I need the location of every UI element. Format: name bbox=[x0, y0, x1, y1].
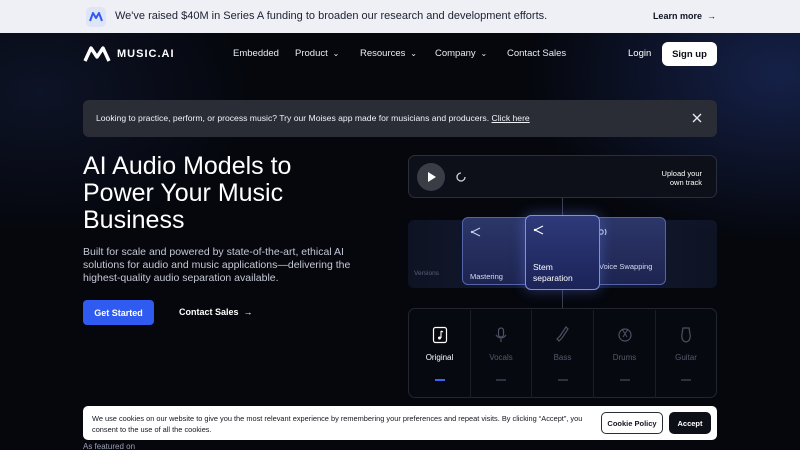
track-indicator bbox=[619, 379, 630, 381]
brand-name: MUSIC.AI bbox=[117, 48, 175, 60]
nav-embedded-label: Embedded bbox=[233, 48, 279, 59]
play-button[interactable] bbox=[417, 163, 445, 191]
announcement-text: We've raised $40M in Series A funding to… bbox=[115, 10, 548, 22]
chevron-down-icon: ⌄ bbox=[330, 49, 340, 58]
moises-banner-text: Looking to practice, perform, or process… bbox=[96, 113, 530, 123]
track-indicator bbox=[496, 379, 506, 381]
upload-line-1: Upload your bbox=[661, 169, 702, 178]
voice-swapping-label: Voice Swapping bbox=[599, 262, 653, 271]
share-icon bbox=[533, 225, 544, 235]
as-featured-on-heading: As featured on bbox=[83, 442, 136, 450]
signup-button[interactable]: Sign up bbox=[662, 42, 717, 66]
hero-subtitle: Built for scale and powered by state-of-… bbox=[83, 246, 351, 284]
track-active-indicator bbox=[434, 379, 445, 381]
hero-title-line-2: Power Your Music bbox=[83, 179, 284, 207]
track-bass-label: Bass bbox=[553, 353, 572, 362]
get-started-button[interactable]: Get Started bbox=[83, 300, 154, 325]
contact-sales-button[interactable]: Contact Sales → bbox=[179, 307, 253, 317]
nav-product[interactable]: Product ⌄ bbox=[295, 48, 339, 59]
hero-title-line-1: AI Audio Models to bbox=[83, 152, 292, 180]
arrow-right-icon: → bbox=[243, 307, 253, 317]
brand-logo[interactable]: MUSIC.AI bbox=[83, 46, 175, 62]
track-guitar[interactable]: Guitar bbox=[656, 310, 716, 398]
cookie-policy-button[interactable]: Cookie Policy bbox=[601, 412, 663, 434]
nav-company[interactable]: Company ⌄ bbox=[435, 48, 487, 59]
track-indicator bbox=[557, 379, 568, 381]
arrow-right-icon: → bbox=[704, 11, 716, 21]
cookie-banner: We use cookies on our website to give yo… bbox=[83, 406, 717, 440]
music-ai-logo-icon bbox=[83, 46, 111, 62]
accept-cookies-button[interactable]: Accept bbox=[669, 412, 711, 434]
announcement-bar: We've raised $40M in Series A funding to… bbox=[0, 0, 800, 33]
nav-contact-sales-label: Contact Sales bbox=[507, 48, 567, 59]
track-original[interactable]: Original bbox=[409, 310, 471, 398]
connector-line bbox=[562, 290, 563, 308]
hero-title-line-3: Business bbox=[83, 206, 185, 234]
cookie-text: We use cookies on our website to give yo… bbox=[92, 414, 583, 434]
track-indicator bbox=[681, 379, 691, 381]
learn-more-link[interactable]: Learn more → bbox=[653, 11, 716, 21]
loading-spinner-icon bbox=[456, 172, 466, 182]
track-guitar-label: Guitar bbox=[675, 353, 697, 362]
nav-contact-sales[interactable]: Contact Sales bbox=[507, 48, 566, 59]
music-ai-logo-icon bbox=[86, 7, 106, 27]
learn-more-label: Learn more bbox=[652, 11, 702, 21]
nav-embedded[interactable]: Embedded bbox=[233, 48, 279, 59]
music-note-icon bbox=[432, 326, 447, 344]
track-vocals[interactable]: Vocals bbox=[471, 310, 532, 398]
chevron-down-icon: ⌄ bbox=[478, 49, 488, 58]
connector-line bbox=[562, 198, 563, 215]
play-icon bbox=[427, 172, 436, 182]
bass-guitar-icon bbox=[555, 326, 569, 342]
drum-icon bbox=[617, 328, 632, 342]
close-icon[interactable] bbox=[690, 111, 704, 125]
guitar-icon bbox=[681, 327, 691, 343]
track-drums-label: Drums bbox=[612, 353, 637, 362]
upload-track-link[interactable]: Upload your own track bbox=[662, 169, 702, 187]
share-icon bbox=[470, 227, 481, 237]
nav-resources-label: Resources bbox=[360, 48, 406, 59]
voice-swapping-card[interactable]: Voice Swapping bbox=[590, 217, 666, 285]
upload-line-2: own track bbox=[669, 178, 702, 187]
nav-resources[interactable]: Resources ⌄ bbox=[360, 48, 417, 59]
nav-company-label: Company bbox=[435, 48, 476, 59]
audio-player: Upload your own track bbox=[408, 155, 717, 198]
track-original-label: Original bbox=[425, 353, 454, 362]
login-link[interactable]: Login bbox=[628, 48, 651, 59]
faded-option-label: Versions bbox=[414, 270, 439, 277]
track-bass[interactable]: Bass bbox=[532, 310, 594, 398]
click-here-link[interactable]: Click here bbox=[492, 113, 530, 123]
moises-banner: Looking to practice, perform, or process… bbox=[83, 100, 717, 137]
track-vocals-label: Vocals bbox=[489, 353, 513, 362]
contact-sales-label: Contact Sales bbox=[179, 307, 239, 317]
hero-title: AI Audio Models to Power Your Music Busi… bbox=[83, 153, 413, 234]
moises-banner-message: Looking to practice, perform, or process… bbox=[96, 113, 490, 123]
stem-separation-card[interactable]: Stem separation bbox=[525, 215, 600, 290]
microphone-icon bbox=[495, 327, 507, 342]
stem-tracks: Original Vocals Bass Drums Guitar bbox=[408, 308, 717, 398]
track-drums[interactable]: Drums bbox=[594, 310, 656, 398]
nav-product-label: Product bbox=[295, 48, 328, 59]
chevron-down-icon: ⌄ bbox=[408, 49, 417, 58]
mastering-label: Mastering bbox=[470, 272, 503, 281]
stem-separation-label: Stem separation bbox=[533, 262, 573, 283]
